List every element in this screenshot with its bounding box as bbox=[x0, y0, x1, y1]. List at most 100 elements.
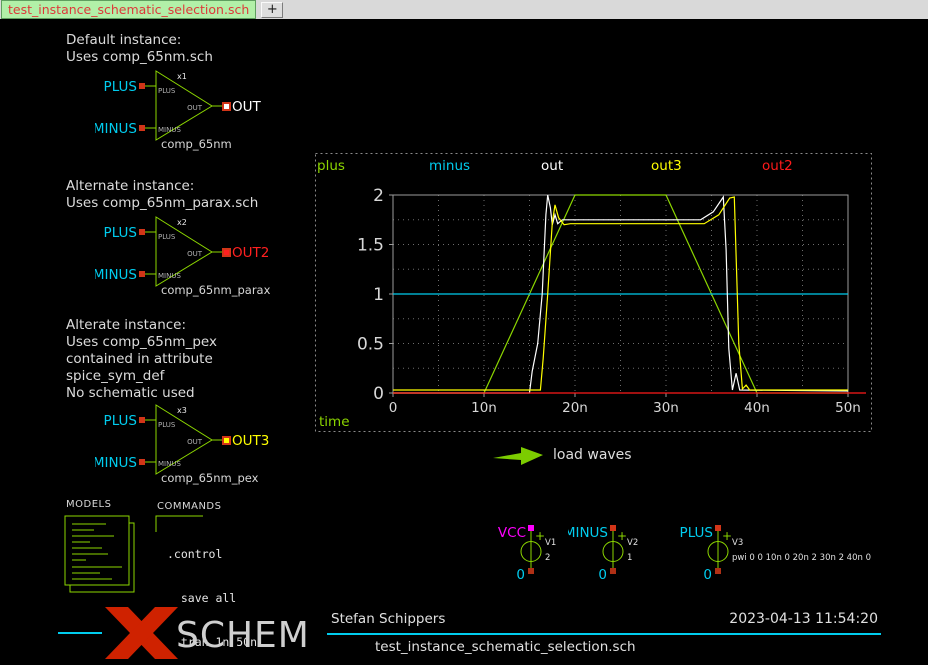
gnd-label[interactable]: 0 bbox=[516, 567, 525, 583]
net-label-plus[interactable]: PLUS bbox=[104, 225, 137, 241]
net-label-plus[interactable]: PLUS bbox=[680, 525, 713, 541]
x-tick-label: 50n bbox=[835, 400, 861, 416]
new-tab-button[interactable]: + bbox=[261, 2, 283, 18]
source-name: V1 bbox=[545, 538, 556, 548]
net-label-vcc[interactable]: VCC bbox=[498, 525, 526, 541]
pin-square bbox=[139, 271, 145, 277]
x-tick-label: 40n bbox=[744, 400, 770, 416]
titleblock-line-main bbox=[327, 633, 881, 635]
net-label-minus[interactable]: MINUS bbox=[95, 455, 137, 471]
source-name: V2 bbox=[627, 538, 638, 548]
symbol-pin-plus: PLUS bbox=[158, 421, 176, 429]
x-tick-label: 30n bbox=[653, 400, 679, 416]
spice-command-line: save all bbox=[167, 591, 479, 606]
arrow-right-icon bbox=[492, 444, 544, 466]
legend-out3[interactable]: out3 bbox=[651, 158, 682, 174]
legend-out2[interactable]: out2 bbox=[762, 158, 793, 174]
plus-sign: + bbox=[722, 529, 732, 543]
pin-square bbox=[139, 459, 145, 465]
pin-square bbox=[715, 525, 721, 531]
gnd-label[interactable]: 0 bbox=[703, 567, 712, 583]
note-line: Default instance: bbox=[66, 32, 213, 49]
pin-square bbox=[528, 568, 534, 574]
pin-square bbox=[139, 417, 145, 423]
pin-square bbox=[610, 525, 616, 531]
source-name: V3 bbox=[732, 538, 743, 548]
pin-square bbox=[610, 568, 616, 574]
comparator-instance-x1[interactable]: PLUS MINUS OUT x1 PLUS MINUS OUT comp_65… bbox=[95, 60, 315, 156]
source-value: 2 bbox=[545, 553, 550, 563]
symbol-pin-out: OUT bbox=[187, 250, 203, 258]
net-label-minus[interactable]: MINUS bbox=[568, 525, 608, 541]
pin-square-out bbox=[223, 437, 230, 444]
source-value: pwi 0 0 10n 0 20n 2 30n 2 40n 0 bbox=[732, 553, 871, 563]
pin-square bbox=[139, 229, 145, 235]
symbol-name: comp_65nm bbox=[161, 137, 232, 151]
legend-plus[interactable]: plus bbox=[317, 158, 345, 174]
instance-name: x2 bbox=[177, 218, 187, 227]
titleblock-datetime: 2023-04-13 11:54:20 bbox=[690, 611, 878, 627]
y-tick-label: 1 bbox=[373, 285, 384, 305]
x-tick-label: 0 bbox=[389, 400, 398, 416]
pin-square bbox=[715, 568, 721, 574]
x-axis-label: time bbox=[319, 414, 350, 430]
symbol-pin-plus: PLUS bbox=[158, 87, 176, 95]
net-label-out[interactable]: OUT2 bbox=[232, 245, 269, 261]
net-label-minus[interactable]: MINUS bbox=[95, 121, 137, 137]
note-line: contained in attribute bbox=[66, 351, 217, 368]
net-label-out[interactable]: OUT bbox=[232, 99, 262, 115]
commands-label: COMMANDS bbox=[157, 501, 221, 512]
note-line: Alterate instance: bbox=[66, 317, 217, 334]
tab-bar: test_instance_schematic_selection.sch + bbox=[0, 0, 928, 19]
plus-sign: + bbox=[535, 529, 545, 543]
comparator-instance-x3[interactable]: PLUS MINUS OUT3 x3 PLUS MINUS OUT comp_6… bbox=[95, 394, 315, 490]
note-pex-instance: Alterate instance: Uses comp_65nm_pex co… bbox=[66, 317, 217, 402]
tab-current[interactable]: test_instance_schematic_selection.sch bbox=[1, 0, 256, 19]
x-tick-label: 20n bbox=[562, 400, 588, 416]
voltage-source-minus[interactable]: + MINUS V2 1 0 bbox=[568, 522, 678, 586]
pin-square bbox=[528, 525, 534, 531]
voltage-source-plus[interactable]: + PLUS V3 pwi 0 0 10n 0 20n 2 30n 2 40n … bbox=[673, 522, 923, 586]
symbol-pin-plus: PLUS bbox=[158, 233, 176, 241]
y-tick-label: 0 bbox=[373, 384, 384, 404]
plus-sign: + bbox=[617, 529, 627, 543]
note-line: spice_sym_def bbox=[66, 368, 217, 385]
symbol-pin-out: OUT bbox=[187, 104, 203, 112]
symbol-pin-minus: MINUS bbox=[158, 126, 181, 134]
symbol-pin-minus: MINUS bbox=[158, 272, 181, 280]
instance-name: x1 bbox=[177, 72, 187, 81]
comparator-instance-x2[interactable]: PLUS MINUS OUT2 x2 PLUS MINUS OUT comp_6… bbox=[95, 206, 315, 302]
y-tick-label: 1.5 bbox=[357, 236, 384, 256]
source-value: 1 bbox=[627, 553, 632, 563]
x-tick-label: 10n bbox=[471, 400, 497, 416]
legend-out[interactable]: out bbox=[541, 158, 563, 174]
net-label-plus[interactable]: PLUS bbox=[104, 79, 137, 95]
symbol-name: comp_65nm_parax bbox=[161, 283, 271, 297]
symbol-pin-minus: MINUS bbox=[158, 460, 181, 468]
symbol-name: comp_65nm_pex bbox=[161, 471, 259, 485]
titleblock-author: Stefan Schippers bbox=[331, 611, 445, 627]
net-label-out[interactable]: OUT3 bbox=[232, 433, 269, 449]
waveform-graph[interactable]: 0 10n 20n 30n 40n 50n 2 1.5 1 0.5 0 plus minus out out… bbox=[315, 153, 872, 432]
instance-name: x3 bbox=[177, 406, 187, 415]
y-tick-label: 2 bbox=[373, 186, 384, 206]
xschem-window: test_instance_schematic_selection.sch + … bbox=[0, 0, 928, 665]
net-label-minus[interactable]: MINUS bbox=[95, 267, 137, 283]
legend-minus[interactable]: minus bbox=[429, 158, 470, 174]
pin-square-out bbox=[223, 103, 230, 110]
titleblock-sheet-name: test_instance_schematic_selection.sch bbox=[375, 639, 636, 655]
note-line: Uses comp_65nm_pex bbox=[66, 334, 217, 351]
pin-square bbox=[139, 125, 145, 131]
load-waves-label: load waves bbox=[553, 447, 632, 463]
titleblock-line-left bbox=[58, 632, 102, 634]
xschem-logo-x-icon bbox=[102, 607, 180, 659]
net-label-plus[interactable]: PLUS bbox=[104, 413, 137, 429]
xschem-logo-text: SCHEM bbox=[176, 615, 310, 656]
y-tick-label: 0.5 bbox=[357, 335, 384, 355]
pin-square bbox=[139, 83, 145, 89]
gnd-label[interactable]: 0 bbox=[598, 567, 607, 583]
spice-command-line: .control bbox=[167, 547, 479, 562]
note-line: Alternate instance: bbox=[66, 178, 258, 195]
load-waves-launcher[interactable]: load waves bbox=[492, 444, 632, 466]
pin-square-out bbox=[223, 249, 230, 256]
